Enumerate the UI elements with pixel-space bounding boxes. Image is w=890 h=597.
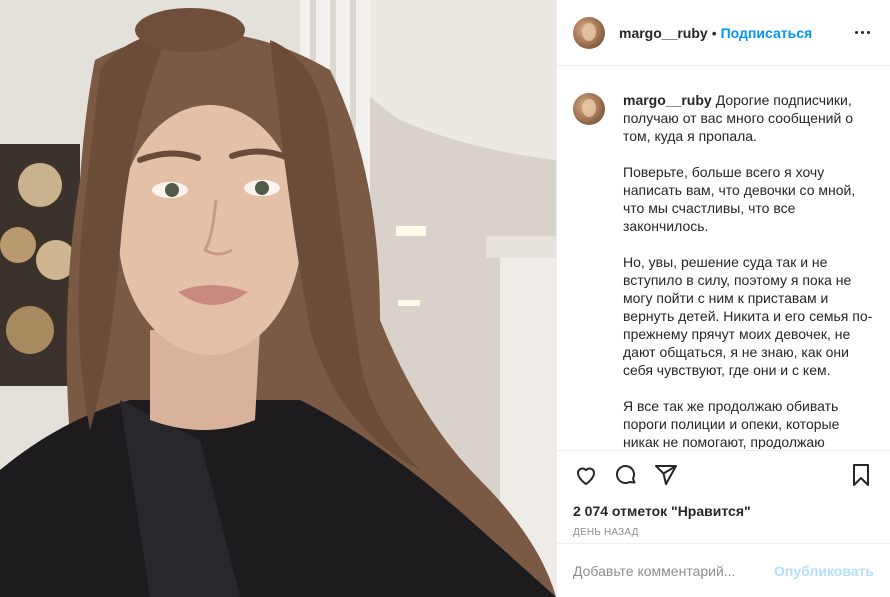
follow-button[interactable]: Подписаться — [721, 25, 813, 41]
comment-icon[interactable] — [613, 462, 639, 488]
caption-comment: margo__ruby Дорогие подписчики, получаю о… — [573, 91, 874, 449]
author-username[interactable]: margo__ruby — [619, 25, 708, 41]
add-comment-bar: Опубликовать — [557, 543, 890, 597]
header-separator: • — [711, 24, 717, 41]
comment-input[interactable] — [573, 562, 775, 579]
comments-list[interactable]: margo__ruby Дорогие подписчики, получаю о… — [557, 67, 890, 449]
selfie-image — [0, 0, 556, 597]
caption-paragraph: Поверьте, больше всего я хочу написать в… — [623, 164, 856, 234]
more-options-icon[interactable] — [850, 21, 874, 45]
caption-paragraph: Я все так же продолжаю обивать пороги по… — [623, 398, 840, 449]
post-photo[interactable] — [0, 0, 556, 597]
action-icons — [573, 461, 874, 489]
caption-paragraph: Но, увы, решение суда так и не вступило … — [623, 254, 873, 378]
share-icon[interactable] — [653, 462, 679, 488]
bookmark-icon[interactable] — [848, 462, 874, 488]
post-side-panel: margo__ruby • Подписаться margo__ruby Дор… — [556, 0, 890, 597]
caption-text: margo__ruby Дорогие подписчики, получаю о… — [623, 91, 873, 449]
publish-button[interactable]: Опубликовать — [774, 563, 874, 579]
likes-count[interactable]: 2 074 отметок "Нравится" — [573, 503, 874, 519]
caption-author-avatar[interactable] — [573, 93, 605, 125]
heart-icon[interactable] — [573, 462, 599, 488]
post-actions: 2 074 отметок "Нравится" ДЕНЬ НАЗАД — [557, 450, 890, 538]
post-timestamp[interactable]: ДЕНЬ НАЗАД — [573, 527, 874, 538]
post-header: margo__ruby • Подписаться — [557, 0, 890, 66]
caption-username[interactable]: margo__ruby — [623, 92, 712, 108]
author-avatar[interactable] — [573, 16, 605, 49]
